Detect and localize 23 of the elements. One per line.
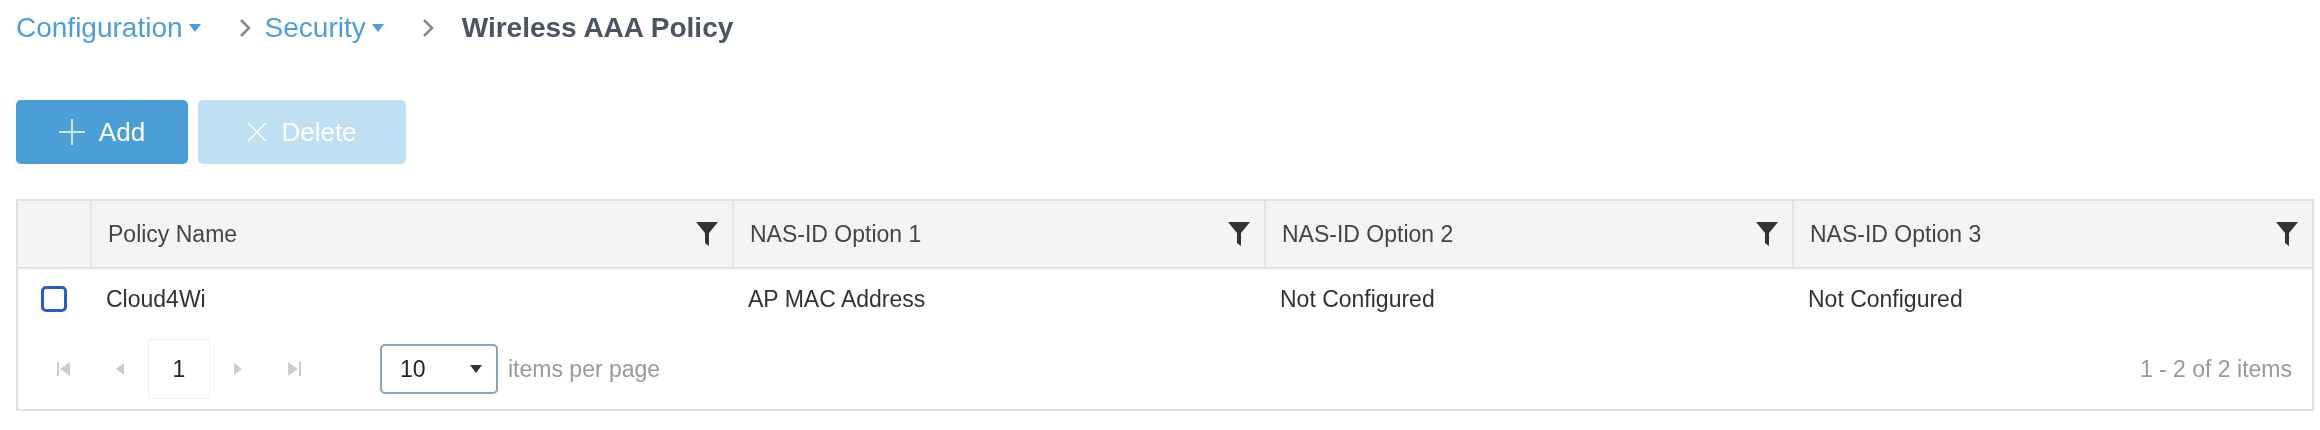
filter-icon[interactable]: [1756, 222, 1778, 246]
page-size-label: items per page: [508, 355, 661, 383]
plus-icon: [58, 119, 85, 145]
filter-icon[interactable]: [2276, 222, 2298, 246]
table-cell: AP MAC Address: [748, 285, 926, 313]
column-header[interactable]: NAS-ID Option 1: [732, 201, 1264, 267]
chevron-right-icon: [238, 18, 251, 38]
filter-icon[interactable]: [696, 222, 718, 246]
chevron-right-icon: [421, 18, 434, 38]
row-checkbox[interactable]: [41, 286, 67, 312]
page-size-select[interactable]: 10: [380, 344, 498, 394]
filter-icon[interactable]: [1228, 222, 1250, 246]
column-header[interactable]: NAS-ID Option 3: [1792, 201, 2312, 267]
current-page[interactable]: 1: [148, 339, 210, 399]
column-header[interactable]: NAS-ID Option 2: [1264, 201, 1792, 267]
table-cell: Cloud4Wi: [106, 285, 206, 313]
item-count: 1 - 2 of 2 items: [2139, 355, 2292, 383]
column-header[interactable]: Policy Name: [90, 201, 732, 267]
caret-down-icon[interactable]: [470, 365, 482, 373]
table-cell: Not Configured: [1280, 285, 1435, 313]
close-icon: [247, 122, 268, 142]
page-title: Wireless AAA Policy: [461, 12, 734, 44]
table-cell: Not Configured: [1808, 285, 1963, 313]
